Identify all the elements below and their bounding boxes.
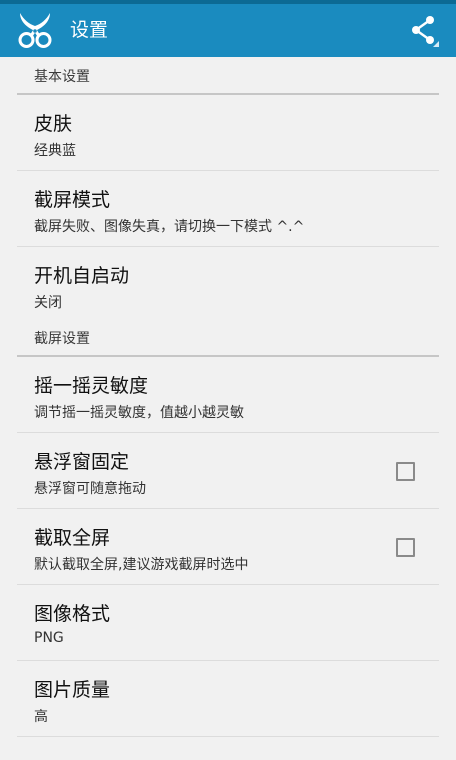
pref-autostart[interactable]: 开机自启动 关闭 — [0, 247, 456, 319]
overflow-indicator-icon — [433, 41, 439, 47]
pref-summary: 关闭 — [34, 295, 62, 311]
pref-screenshot-mode[interactable]: 截屏模式 截屏失败、图像失真，请切换一下模式 ^.^ — [0, 171, 456, 247]
settings-list[interactable]: 基本设置 皮肤 经典蓝 截屏模式 截屏失败、图像失真，请切换一下模式 ^.^ 开… — [0, 57, 456, 760]
pref-title: 悬浮窗固定 — [34, 451, 130, 473]
category-header-label: 基本设置 — [34, 69, 90, 85]
float-window-fixed-checkbox[interactable] — [396, 462, 415, 481]
scissors-icon[interactable] — [16, 11, 54, 49]
pref-summary: 默认截取全屏,建议游戏截屏时选中 — [34, 557, 249, 573]
category-capture-settings: 截屏设置 — [17, 319, 439, 357]
pref-summary: 经典蓝 — [34, 143, 76, 159]
pref-title: 截取全屏 — [34, 527, 111, 549]
pref-title: 开机自启动 — [34, 265, 130, 287]
pref-summary: 悬浮窗可随意拖动 — [34, 481, 146, 497]
action-bar: 设置 — [0, 4, 456, 57]
category-basic-settings: 基本设置 — [17, 57, 439, 95]
pref-skin[interactable]: 皮肤 经典蓝 — [0, 95, 456, 171]
pref-summary: 高 — [34, 709, 48, 725]
capture-fullscreen-checkbox[interactable] — [396, 538, 415, 557]
pref-float-window-fixed[interactable]: 悬浮窗固定 悬浮窗可随意拖动 — [0, 433, 456, 509]
pref-image-format[interactable]: 图像格式 PNG — [0, 585, 456, 661]
pref-summary: 截屏失败、图像失真，请切换一下模式 ^.^ — [34, 219, 305, 235]
pref-title: 图片质量 — [34, 679, 111, 701]
pref-capture-fullscreen[interactable]: 截取全屏 默认截取全屏,建议游戏截屏时选中 — [0, 509, 456, 585]
pref-title: 摇一摇灵敏度 — [34, 375, 149, 397]
share-button[interactable] — [408, 12, 442, 50]
category-header-label: 截屏设置 — [34, 331, 90, 347]
pref-title: 皮肤 — [34, 113, 73, 135]
pref-shake-sensitivity[interactable]: 摇一摇灵敏度 调节摇一摇灵敏度，值越小越灵敏 — [0, 357, 456, 433]
divider — [17, 736, 439, 737]
page-title: 设置 — [70, 19, 109, 41]
pref-image-quality[interactable]: 图片质量 高 — [0, 661, 456, 737]
pref-title: 图像格式 — [34, 603, 111, 625]
pref-summary: 调节摇一摇灵敏度，值越小越灵敏 — [34, 405, 244, 421]
pref-summary: PNG — [34, 630, 64, 646]
pref-title: 截屏模式 — [34, 189, 111, 211]
